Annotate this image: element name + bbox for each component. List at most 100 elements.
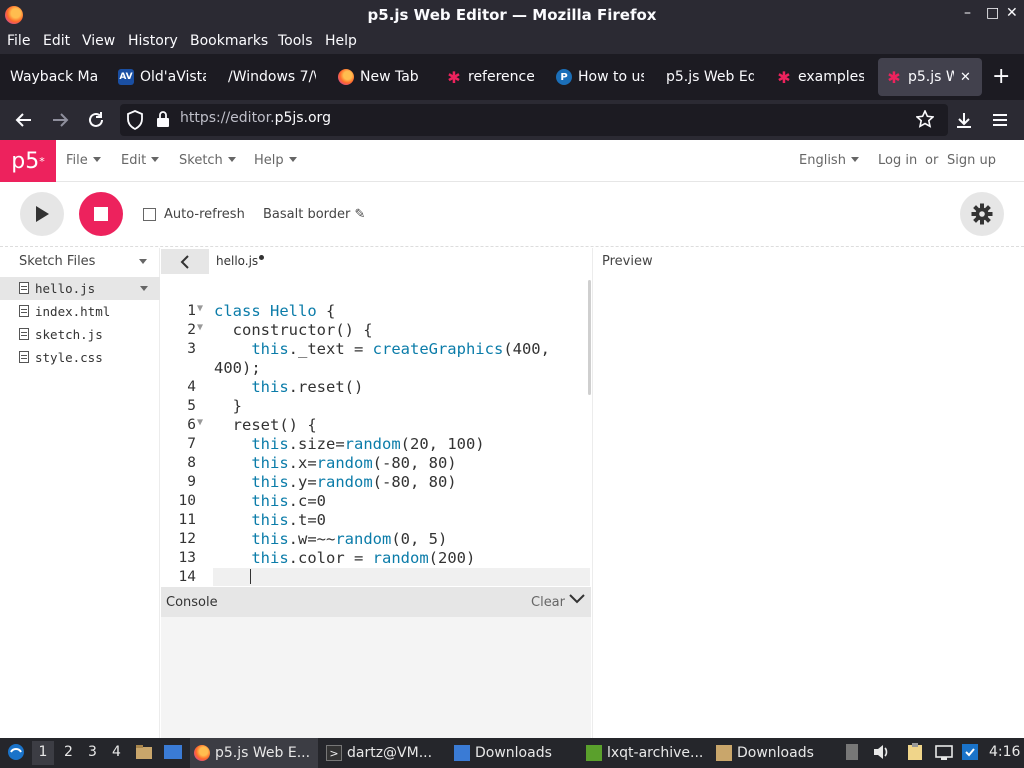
- task-downloads-2[interactable]: Downloads: [712, 738, 840, 768]
- chevron-down-icon: [92, 157, 101, 162]
- menu-history[interactable]: History: [128, 33, 178, 49]
- task-label: Downloads: [475, 745, 552, 761]
- stop-button[interactable]: [79, 192, 123, 236]
- code-editor[interactable]: 1 ▼ 2 ▼ 3 4 5 6 ▼ 7 8 9 10 11 12 13 14 class Hello { con…: [161, 278, 590, 586]
- maximize-icon[interactable]: □: [986, 5, 999, 21]
- hamburger-menu-icon[interactable]: [988, 108, 1012, 132]
- file-manager-icon[interactable]: [135, 743, 153, 765]
- login-link[interactable]: Log in: [878, 153, 917, 168]
- editor-file-tab[interactable]: hello.js: [216, 254, 258, 268]
- chevron-left-icon: [180, 254, 189, 269]
- start-menu-icon[interactable]: [6, 742, 26, 766]
- menu-file[interactable]: File: [7, 33, 30, 49]
- task-terminal[interactable]: > dartz@VM...: [322, 738, 446, 768]
- tab-howto[interactable]: P How to us: [548, 58, 652, 96]
- show-desktop-icon[interactable]: [163, 743, 183, 765]
- sketch-files-title: Sketch Files: [19, 254, 96, 269]
- lock-icon[interactable]: [156, 110, 170, 132]
- clipboard-icon[interactable]: [907, 743, 923, 765]
- fold-toggle-icon[interactable]: ▼: [197, 322, 203, 333]
- file-item-style-css[interactable]: style.css: [0, 346, 160, 369]
- code-line-12: this.w=~~random(0, 5): [214, 530, 447, 548]
- workspace-2[interactable]: 2: [64, 744, 73, 760]
- tab-wayback[interactable]: Wayback Ma: [2, 58, 106, 96]
- pencil-icon: ✎: [354, 207, 366, 222]
- tab-oldavista[interactable]: AV Old'aVista: [110, 58, 214, 96]
- console-collapse-chevron-icon[interactable]: [569, 592, 585, 608]
- download-icon[interactable]: [952, 108, 976, 132]
- p5-menu-help[interactable]: Help: [254, 153, 297, 168]
- bookmark-star-icon[interactable]: [915, 109, 935, 132]
- code-line-10: this.c=0: [214, 492, 326, 510]
- new-tab-button[interactable]: +: [992, 64, 1010, 89]
- code-token: this: [214, 473, 289, 491]
- language-select[interactable]: English: [799, 153, 859, 168]
- shield-icon[interactable]: [126, 110, 144, 134]
- url-text[interactable]: https://editor.p5js.org: [180, 110, 331, 126]
- sketch-name[interactable]: Basalt border ✎: [263, 207, 365, 222]
- tab-examples[interactable]: ✱ examples: [768, 58, 872, 96]
- lock-screen-icon[interactable]: [845, 743, 859, 765]
- menu-tools[interactable]: Tools: [278, 33, 313, 49]
- workspace-3[interactable]: 3: [88, 744, 97, 760]
- editor-scrollbar[interactable]: [588, 280, 591, 395]
- archive-icon: [586, 745, 602, 761]
- menu-view[interactable]: View: [82, 33, 115, 49]
- file-item-index-html[interactable]: index.html: [0, 300, 160, 323]
- signup-link[interactable]: Sign up: [947, 153, 996, 168]
- chevron-down-icon[interactable]: [140, 286, 148, 291]
- minimize-icon[interactable]: –: [964, 5, 971, 21]
- task-lxqt-archiver[interactable]: lxqt-archive...: [582, 738, 710, 768]
- task-label: lxqt-archive...: [607, 745, 704, 761]
- file-item-hello-js[interactable]: hello.js: [0, 277, 160, 300]
- p-logo-icon: P: [556, 69, 572, 85]
- code-token: (0, 5): [391, 530, 448, 548]
- network-icon[interactable]: [934, 743, 954, 765]
- workspace-1[interactable]: 1: [32, 741, 54, 765]
- p5-menu-sketch[interactable]: Sketch: [179, 153, 236, 168]
- terminal-icon: >: [326, 745, 342, 761]
- auto-refresh-checkbox[interactable]: [143, 208, 156, 221]
- workspace-4[interactable]: 4: [112, 744, 121, 760]
- folder-icon: [454, 745, 470, 761]
- notification-icon[interactable]: [961, 743, 979, 765]
- back-arrow-icon[interactable]: [12, 108, 36, 132]
- sketch-files-header[interactable]: Sketch Files: [0, 248, 160, 276]
- code-token: .size=: [288, 435, 345, 453]
- console-clear-button[interactable]: Clear: [531, 595, 565, 610]
- p5-asterisk-icon: ✱: [887, 67, 901, 87]
- gear-icon: [971, 203, 993, 225]
- code-token: this: [214, 340, 289, 358]
- line-number: 10: [178, 493, 196, 509]
- menu-bookmarks[interactable]: Bookmarks: [190, 33, 268, 49]
- p5-menu-edit[interactable]: Edit: [121, 153, 160, 168]
- p5-menu-file[interactable]: File: [66, 153, 101, 168]
- collapse-sidebar-button[interactable]: [161, 249, 209, 274]
- play-button[interactable]: [20, 192, 64, 236]
- p5-logo[interactable]: p5 *: [0, 140, 56, 182]
- close-tab-icon[interactable]: ✕: [960, 70, 971, 85]
- clock: 4:16: [989, 744, 1021, 760]
- tab-newtab[interactable]: New Tab: [330, 58, 434, 96]
- chevron-down-icon: [850, 157, 859, 162]
- fold-toggle-icon[interactable]: ▼: [197, 417, 203, 428]
- tab-p5-editor[interactable]: p5.js Web Ed: [658, 58, 762, 96]
- console-title: Console: [166, 595, 218, 610]
- tab-reference[interactable]: ✱ reference: [438, 58, 542, 96]
- reload-icon[interactable]: [84, 108, 108, 132]
- tab-windows7[interactable]: /Windows 7/\: [220, 58, 324, 96]
- file-item-sketch-js[interactable]: sketch.js: [0, 323, 160, 346]
- chevron-down-icon[interactable]: [139, 259, 147, 264]
- menu-edit[interactable]: Edit: [43, 33, 70, 49]
- task-firefox[interactable]: p5.js Web E...: [190, 738, 318, 768]
- fold-toggle-icon[interactable]: ▼: [197, 303, 203, 314]
- tab-p5-active[interactable]: ✱ p5.js We ✕: [878, 58, 982, 96]
- close-window-icon[interactable]: ✕: [1006, 5, 1018, 21]
- code-line-3-wrap: 400);: [214, 359, 261, 377]
- unsaved-indicator: [259, 255, 264, 260]
- settings-button[interactable]: [960, 192, 1004, 236]
- menu-help[interactable]: Help: [325, 33, 357, 49]
- task-downloads-1[interactable]: Downloads: [450, 738, 578, 768]
- forward-arrow-icon[interactable]: [48, 108, 72, 132]
- volume-icon[interactable]: [872, 743, 890, 765]
